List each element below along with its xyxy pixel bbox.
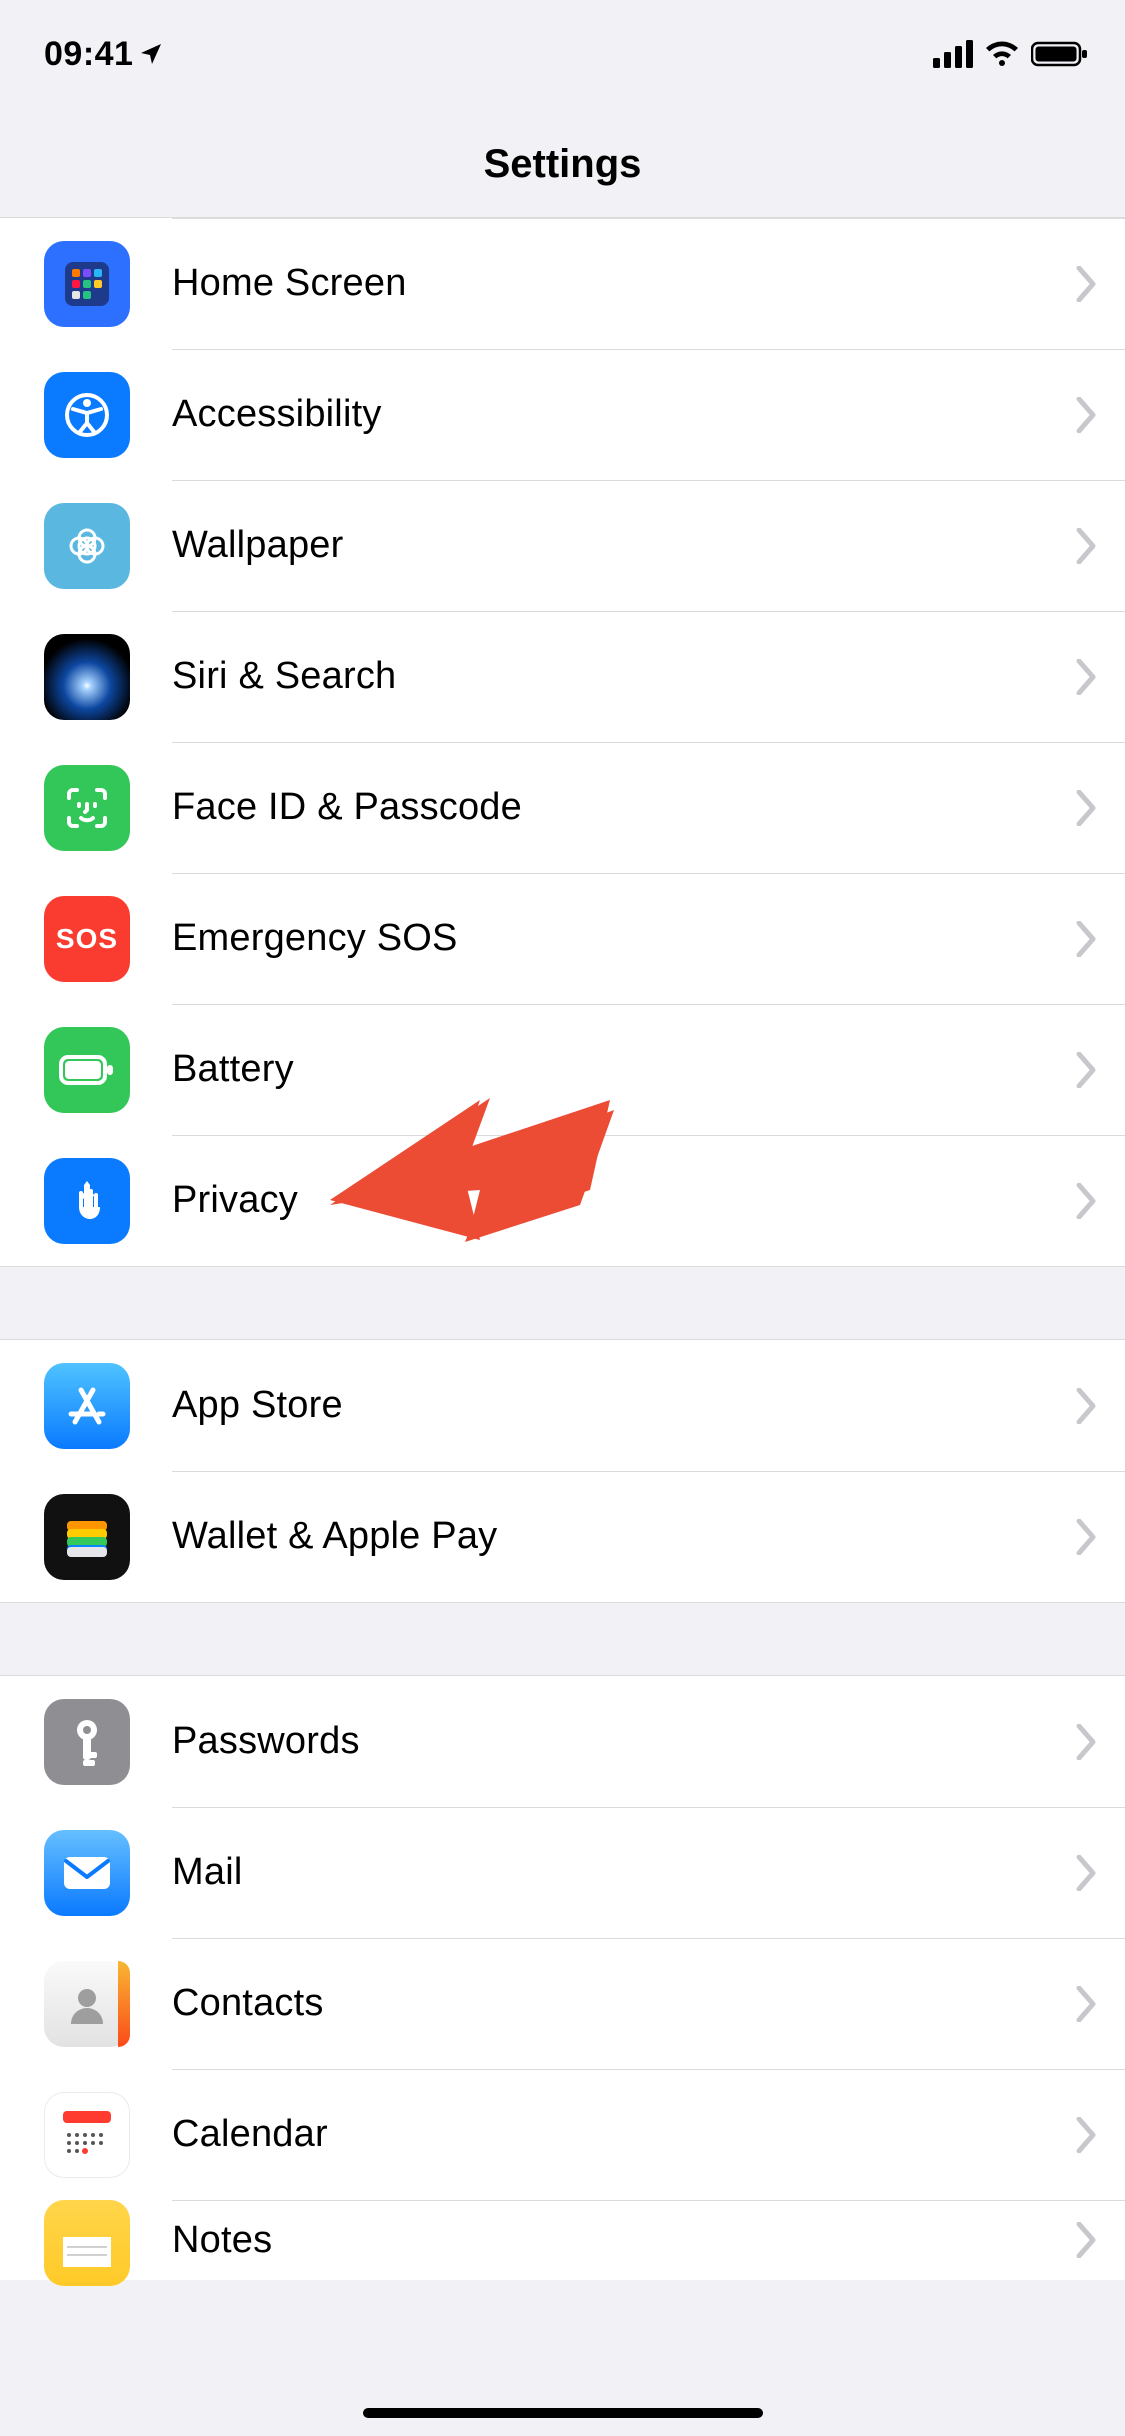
- row-calendar[interactable]: Calendar: [0, 2069, 1125, 2200]
- chevron-right-icon: [1075, 266, 1097, 302]
- chevron-right-icon: [1075, 2222, 1097, 2258]
- section-gap: [0, 1267, 1125, 1339]
- face-id-icon: [44, 765, 130, 851]
- row-label: Battery: [172, 1048, 294, 1091]
- chevron-right-icon: [1075, 1052, 1097, 1088]
- app-store-icon: [44, 1363, 130, 1449]
- contacts-icon: [44, 1961, 130, 2047]
- privacy-icon: [44, 1158, 130, 1244]
- row-label: Passwords: [172, 1720, 360, 1763]
- row-label: Wallpaper: [172, 524, 343, 567]
- chevron-right-icon: [1075, 397, 1097, 433]
- wallet-icon: [44, 1494, 130, 1580]
- chevron-right-icon: [1075, 921, 1097, 957]
- battery-row-icon: [44, 1027, 130, 1113]
- battery-icon: [1031, 40, 1089, 68]
- chevron-right-icon: [1075, 1724, 1097, 1760]
- mail-icon: [44, 1830, 130, 1916]
- settings-group-1: Home Screen Accessibility: [0, 217, 1125, 1267]
- cellular-icon: [933, 40, 973, 68]
- chevron-right-icon: [1075, 1183, 1097, 1219]
- chevron-right-icon: [1075, 528, 1097, 564]
- row-label: Calendar: [172, 2113, 328, 2156]
- settings-group-3: Passwords Mail Contacts: [0, 1675, 1125, 2280]
- row-label: Accessibility: [172, 393, 382, 436]
- siri-icon: [44, 634, 130, 720]
- row-label: Wallet & Apple Pay: [172, 1515, 497, 1558]
- row-wallet[interactable]: Wallet & Apple Pay: [0, 1471, 1125, 1602]
- notes-icon: [44, 2200, 130, 2286]
- row-label: Emergency SOS: [172, 917, 458, 960]
- nav-bar: Settings: [0, 108, 1125, 217]
- row-accessibility[interactable]: Accessibility: [0, 349, 1125, 480]
- chevron-right-icon: [1075, 1855, 1097, 1891]
- location-icon: [139, 42, 163, 66]
- section-gap: [0, 1603, 1125, 1675]
- chevron-right-icon: [1075, 1388, 1097, 1424]
- row-label: Home Screen: [172, 262, 407, 305]
- wifi-icon: [983, 40, 1021, 68]
- page-title: Settings: [0, 142, 1125, 187]
- row-label: Face ID & Passcode: [172, 786, 522, 829]
- settings-group-2: App Store Wallet & Apple Pay: [0, 1339, 1125, 1603]
- row-label: Siri & Search: [172, 655, 396, 698]
- row-passwords[interactable]: Passwords: [0, 1676, 1125, 1807]
- row-label: Contacts: [172, 1982, 324, 2025]
- status-time: 09:41: [44, 35, 163, 74]
- home-screen-icon: [44, 241, 130, 327]
- row-battery[interactable]: Battery: [0, 1004, 1125, 1135]
- sos-icon: SOS: [44, 896, 130, 982]
- wallpaper-icon: [44, 503, 130, 589]
- status-right: [933, 40, 1089, 68]
- row-notes[interactable]: Notes: [0, 2200, 1125, 2280]
- row-home-screen[interactable]: Home Screen: [0, 218, 1125, 349]
- chevron-right-icon: [1075, 1986, 1097, 2022]
- row-wallpaper[interactable]: Wallpaper: [0, 480, 1125, 611]
- status-time-label: 09:41: [44, 35, 133, 74]
- chevron-right-icon: [1075, 2117, 1097, 2153]
- row-label: Mail: [172, 1851, 242, 1894]
- home-indicator[interactable]: [363, 2408, 763, 2418]
- chevron-right-icon: [1075, 790, 1097, 826]
- calendar-icon: [44, 2092, 130, 2178]
- accessibility-icon: [44, 372, 130, 458]
- row-label: App Store: [172, 1384, 343, 1427]
- passwords-icon: [44, 1699, 130, 1785]
- chevron-right-icon: [1075, 1519, 1097, 1555]
- row-label: Notes: [172, 2219, 272, 2262]
- chevron-right-icon: [1075, 659, 1097, 695]
- row-face-id[interactable]: Face ID & Passcode: [0, 742, 1125, 873]
- row-privacy[interactable]: Privacy: [0, 1135, 1125, 1266]
- row-siri-search[interactable]: Siri & Search: [0, 611, 1125, 742]
- row-contacts[interactable]: Contacts: [0, 1938, 1125, 2069]
- row-app-store[interactable]: App Store: [0, 1340, 1125, 1471]
- row-mail[interactable]: Mail: [0, 1807, 1125, 1938]
- row-emergency-sos[interactable]: SOS Emergency SOS: [0, 873, 1125, 1004]
- row-label: Privacy: [172, 1179, 298, 1222]
- status-bar: 09:41: [0, 0, 1125, 108]
